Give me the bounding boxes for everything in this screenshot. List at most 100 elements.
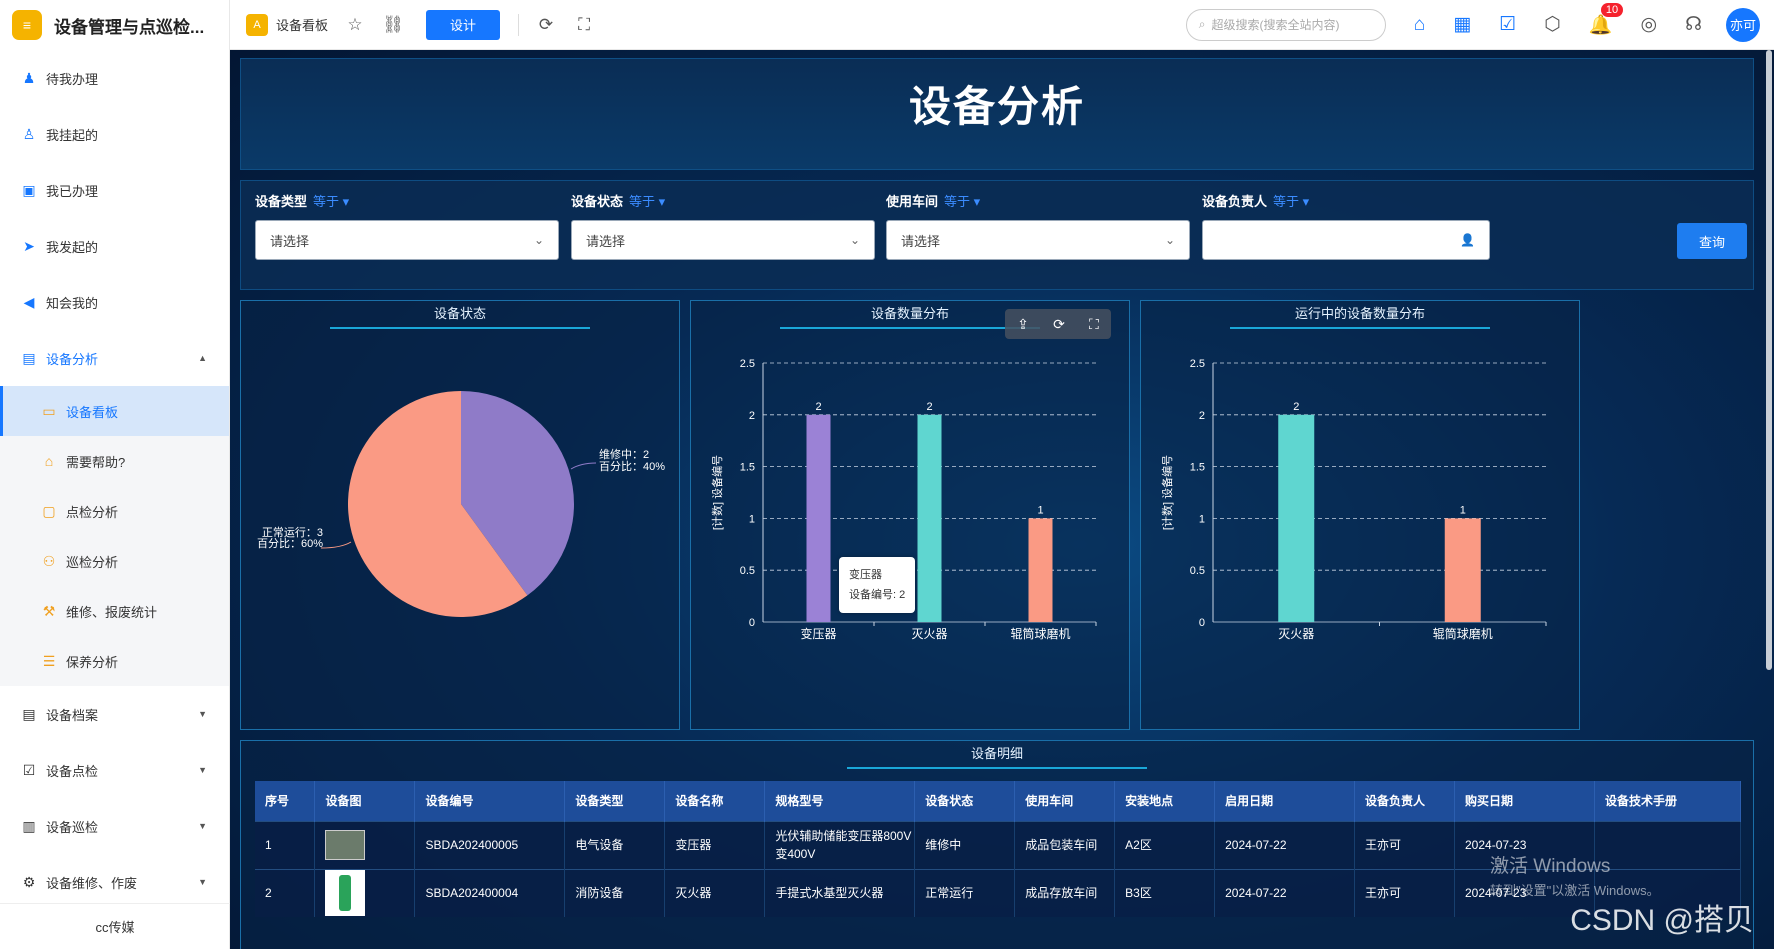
chart-icon: ▥: [22, 817, 36, 834]
filter-select[interactable]: 请选择 ⌄: [255, 220, 559, 260]
table-cell: 手提式水基型灭火器: [764, 868, 916, 917]
y-tick-label: 1: [749, 513, 755, 525]
filter-operator[interactable]: 等于 ▾: [1273, 194, 1309, 209]
filter-operator[interactable]: 等于 ▾: [629, 194, 665, 209]
sidebar-item-4[interactable]: ◀ 知会我的: [0, 274, 229, 330]
refresh-icon[interactable]: ⟳: [1053, 316, 1065, 333]
search-placeholder: 超级搜索(搜索全站内容): [1211, 18, 1340, 32]
sidebar-item-1[interactable]: ♙ 我挂起的: [0, 106, 229, 162]
bar-chart-distribution: 0 0.5 1 1.5 2 2.5 2 变压器 2 灭火器 1 辊筒球磨机 [计数] 设备编号: [710, 358, 1097, 641]
sidebar-subitem-label: 需要帮助?: [66, 454, 126, 470]
help-icon[interactable]: ☊: [1685, 13, 1702, 36]
chevron-down-icon: ▼: [198, 821, 207, 831]
select-placeholder: 请选择: [901, 233, 941, 249]
cell-text: SBDA202400005: [425, 838, 519, 852]
sidebar-group-0[interactable]: ▤ 设备档案 ▼: [0, 686, 229, 742]
x-tick-label: 辊筒球磨机: [1433, 626, 1493, 641]
scrollbar[interactable]: [1766, 50, 1772, 670]
bell-icon[interactable]: 🔔 10: [1589, 2, 1624, 37]
search-input[interactable]: ⌕ 超级搜索(搜索全站内容): [1185, 8, 1386, 41]
sidebar-group-device-analysis[interactable]: ▤ 设备分析 ▲: [0, 330, 229, 386]
query-button[interactable]: 查询: [1677, 223, 1747, 259]
task-icon[interactable]: ☑: [1499, 13, 1516, 36]
sidebar-item-label: 知会我的: [46, 295, 99, 311]
sidebar-subitem-3[interactable]: ⚇ 巡检分析: [0, 536, 229, 586]
cell-text: 消防设备: [575, 886, 624, 901]
cell-text: 维修中: [925, 838, 962, 852]
table-cell: [314, 820, 416, 869]
home-icon[interactable]: ⌂: [1414, 14, 1425, 36]
filter-operator-label: 等于: [629, 194, 656, 209]
sidebar-subitem-0[interactable]: ▭ 设备看板: [0, 386, 229, 436]
filter-operator[interactable]: 等于 ▾: [313, 194, 349, 209]
chevron-down-icon: ▼: [198, 709, 207, 719]
table-cell: 维修中: [914, 820, 1016, 869]
sidebar-group-1[interactable]: ☑ 设备点检 ▼: [0, 742, 229, 798]
sidebar-subitem-label: 保养分析: [66, 654, 119, 670]
table-header: 设备编号: [414, 781, 566, 821]
fullscreen-icon[interactable]: ⛶: [1089, 316, 1099, 333]
cell-text: 2024-07-22: [1225, 886, 1287, 901]
star-icon[interactable]: ☆: [344, 15, 366, 35]
apps-icon[interactable]: ▦: [1453, 13, 1471, 36]
tooltip-line: 设备编号: 2: [849, 589, 906, 601]
logo-icon: ≡: [12, 10, 42, 40]
sidebar-subitem-label: 设备看板: [66, 404, 119, 420]
tab-dashboard[interactable]: A 设备看板: [246, 13, 328, 36]
bar[interactable]: [1444, 518, 1481, 622]
table-cell: SBDA202400004: [414, 868, 566, 917]
folder-icon: ▤: [22, 705, 36, 722]
sidebar-subitem-4[interactable]: ⚒ 维修、报废统计: [0, 586, 229, 636]
cell-text: 灭火器: [675, 886, 712, 901]
table-header: 使用车间: [1014, 781, 1116, 821]
x-tick-label: 变压器: [800, 626, 836, 641]
table-cell: 2024-07-22: [1214, 820, 1356, 869]
bar[interactable]: [917, 414, 942, 622]
y-axis-label: [计数] 设备编号: [1160, 455, 1174, 530]
compass-icon[interactable]: ◎: [1641, 13, 1658, 36]
sidebar-subitem-5[interactable]: ☰ 保养分析: [0, 636, 229, 686]
sidebar-item-2[interactable]: ▣ 我已办理: [0, 162, 229, 218]
export-icon[interactable]: ⇪: [1017, 316, 1029, 333]
table-cell: A2区: [1114, 820, 1216, 869]
sidebar-group-2[interactable]: ▥ 设备巡检 ▼: [0, 798, 229, 854]
table-header: 序号: [255, 781, 316, 821]
bar-value-label: 1: [1037, 504, 1043, 516]
sidebar-item-0[interactable]: ♟ 待我办理: [0, 50, 229, 106]
sidebar-item-3[interactable]: ➤ 我发起的: [0, 218, 229, 274]
bar[interactable]: [1278, 414, 1315, 622]
table-header: 设备状态: [914, 781, 1016, 821]
cell-text: 手提式水基型灭火器: [775, 886, 884, 901]
title-band: 设备分析: [240, 58, 1754, 170]
bar[interactable]: [806, 414, 831, 622]
bar[interactable]: [1028, 518, 1053, 622]
filter-label: 设备状态: [571, 194, 624, 209]
table-title: 设备明细: [847, 741, 1147, 769]
user-pause-icon: ♙: [22, 125, 36, 142]
table-header: 安装地点: [1114, 781, 1216, 821]
monitor-icon: ▢: [42, 502, 56, 519]
filter-select[interactable]: 请选择 ⌄: [886, 220, 1190, 260]
settings-icon[interactable]: ⬡: [1544, 13, 1561, 36]
sidebar-subitem-1[interactable]: ⌂ 需要帮助?: [0, 436, 229, 486]
avatar[interactable]: 亦可: [1726, 7, 1760, 42]
filter-operator[interactable]: 等于 ▾: [944, 194, 980, 209]
filter-operator-label: 等于: [944, 194, 971, 209]
fullscreen-icon[interactable]: ⛶: [573, 15, 595, 35]
y-tick-label: 1.5: [1190, 462, 1205, 474]
design-button[interactable]: 设计: [426, 9, 501, 40]
link-icon[interactable]: ⛓: [382, 15, 404, 35]
cell-text: 2024-07-23: [1465, 838, 1527, 852]
sidebar-subitem-2[interactable]: ▢ 点检分析: [0, 486, 229, 536]
refresh-icon[interactable]: ⟳: [535, 15, 557, 35]
filter-label-row: 设备负责人 等于 ▾: [1202, 191, 1490, 210]
filter-0: 设备类型 等于 ▾ 请选择 ⌄: [255, 191, 559, 260]
table-header: 启用日期: [1214, 781, 1356, 821]
filter-select[interactable]: 👤: [1202, 220, 1490, 260]
filter-select[interactable]: 请选择 ⌄: [571, 220, 875, 260]
table-cell: 2024-07-22: [1214, 868, 1356, 917]
pie-leader-line: [570, 462, 597, 470]
app-header: ≡ 设备管理与点巡检...: [0, 0, 229, 50]
table-cell: 灭火器: [664, 868, 766, 917]
sidebar-group-3[interactable]: ⚙ 设备维修、作废 ▼: [0, 854, 229, 910]
